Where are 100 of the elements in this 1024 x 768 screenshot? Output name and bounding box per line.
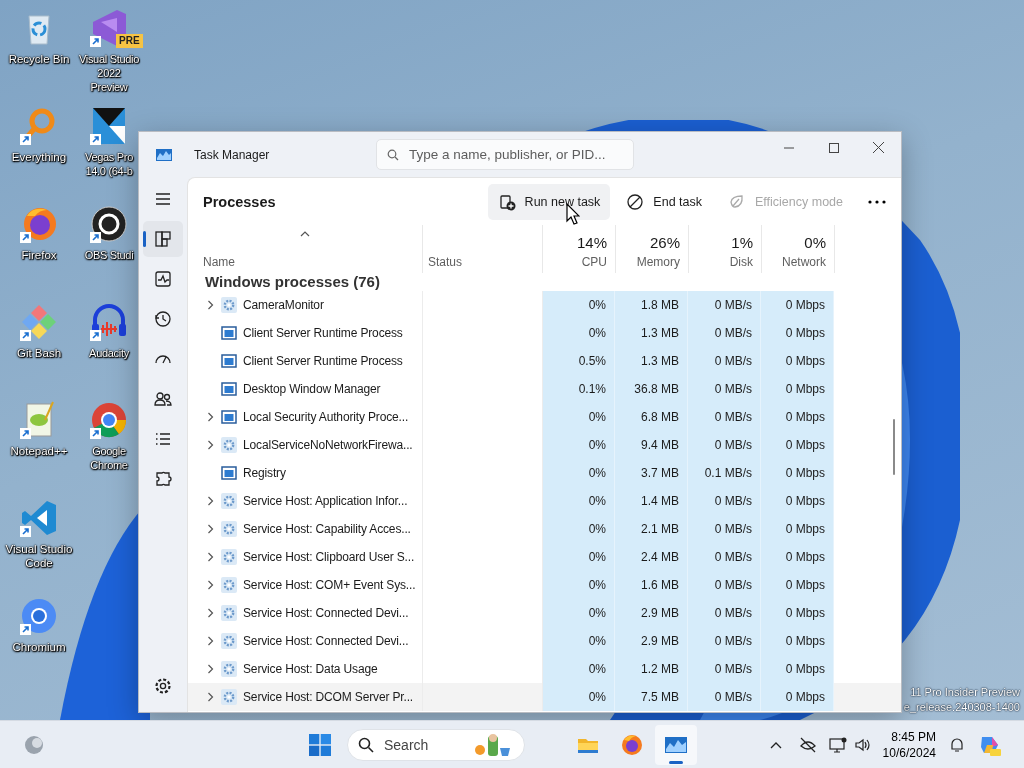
column-header[interactable]: Name <box>203 255 422 269</box>
desktop-icon-label: Visual Studio Code <box>4 542 74 570</box>
expand-chevron-icon[interactable] <box>207 608 214 618</box>
browser-circle-icon[interactable] <box>19 596 59 636</box>
column-header[interactable]: Memory <box>636 255 680 269</box>
clock-button[interactable]: 8:45 PM 10/6/2024 <box>874 724 944 765</box>
windows-logo-icon <box>309 733 331 756</box>
table-cell: 2.1 MB <box>615 515 688 543</box>
search-field[interactable]: Type a name, publisher, or PID... <box>376 139 634 170</box>
table-row[interactable]: Registry 0% 3.7 MB 0.1 MB/s 0 Mbps <box>188 459 901 487</box>
browser-circle-icon[interactable] <box>89 400 129 440</box>
desktop-icon-label: Audacity <box>89 346 129 360</box>
process-name: Service Host: COM+ Event Sys... <box>243 578 416 592</box>
table-row[interactable]: Service Host: DCOM Server Pr... 0% 7.5 MB 0 MB/s 0 Mbps <box>188 683 901 711</box>
globe-icon <box>24 734 44 755</box>
table-cell: 0 MB/s <box>688 571 761 599</box>
settings-icon <box>153 676 173 696</box>
table-row[interactable]: Desktop Window Manager 0.1% 36.8 MB 0 MB/s 0 Mbps <box>188 375 901 403</box>
table-cell: 0.5% <box>543 347 615 375</box>
table-cell: 0 MB/s <box>688 655 761 683</box>
table-cell: 0.1 MB/s <box>688 459 761 487</box>
more-dots-icon <box>868 199 886 204</box>
table-cell: 0% <box>543 543 615 571</box>
column-header[interactable]: CPU <box>581 255 607 269</box>
table-row[interactable]: Service Host: COM+ Event Sys... 0% 1.6 MB 0 MB/s 0 Mbps <box>188 571 901 599</box>
network-off-icon <box>798 735 817 754</box>
chevron-up-icon <box>769 740 782 749</box>
taskbar-search-field[interactable]: Search <box>347 728 525 761</box>
expand-chevron-icon[interactable] <box>207 664 214 674</box>
table-row[interactable]: Service Host: Data Usage 0% 1.2 MB 0 MB/s 0 Mbps <box>188 655 901 683</box>
table-row[interactable]: Local Security Authority Proce... 0% 6.8 MB 0 MB/s 0 Mbps <box>188 403 901 431</box>
expand-chevron-icon[interactable] <box>207 524 214 534</box>
column-header[interactable]: Disk <box>729 255 753 269</box>
headphones-waveform-icon[interactable] <box>89 302 129 342</box>
process-name: Desktop Window Manager <box>243 382 381 396</box>
table-cell: 6.8 MB <box>615 403 688 431</box>
diamond-tiles-icon[interactable] <box>19 302 59 342</box>
column-header[interactable]: Network <box>782 255 826 269</box>
table-cell: 0% <box>543 487 615 515</box>
window-title: Task Manager <box>194 147 271 162</box>
toolbar-button[interactable]: Run new task <box>487 183 611 220</box>
table-cell: 0 MB/s <box>688 319 761 347</box>
expand-chevron-icon[interactable] <box>207 692 214 702</box>
navigation-button[interactable] <box>143 221 183 257</box>
table-cell: 0 MB/s <box>688 291 761 319</box>
search-input[interactable]: Search <box>384 736 464 753</box>
history-clock-icon <box>153 309 173 329</box>
search-input[interactable]: Type a name, publisher, or PID... <box>409 147 633 162</box>
scrollbar-thumb[interactable] <box>893 419 895 475</box>
table-row[interactable]: Service Host: Clipboard User S... 0% 2.4 MB 0 MB/s 0 Mbps <box>188 543 901 571</box>
leaf-icon <box>728 192 746 211</box>
table-row[interactable]: Service Host: Capability Acces... 0% 2.1 MB 0 MB/s 0 Mbps <box>188 515 901 543</box>
desktop-icon-label: OBS Studi <box>84 248 134 262</box>
process-name: Service Host: Connected Devi... <box>243 606 409 620</box>
expand-chevron-icon[interactable] <box>207 440 214 450</box>
desktop-icon-label: Everything <box>11 150 67 164</box>
table-row[interactable]: Client Server Runtime Process 0.5% 1.3 MB 0 MB/s 0 Mbps <box>188 347 901 375</box>
column-header[interactable]: Status <box>428 255 542 269</box>
table-row[interactable]: Service Host: Application Infor... 0% 1.4 MB 0 MB/s 0 Mbps <box>188 487 901 515</box>
table-cell: 0 MB/s <box>688 431 761 459</box>
table-cell: 0% <box>543 655 615 683</box>
gear-icon <box>221 437 237 453</box>
table-row[interactable]: Service Host: Connected Devi... 0% 2.9 MB 0 MB/s 0 Mbps <box>188 627 901 655</box>
gear-icon <box>221 689 237 705</box>
pulse-chart-icon <box>153 269 173 289</box>
table-row[interactable]: CameraMonitor 0% 1.8 MB 0 MB/s 0 Mbps <box>188 291 901 319</box>
expand-chevron-icon[interactable] <box>207 552 214 562</box>
table-cell: 0 Mbps <box>761 487 834 515</box>
gear-icon <box>221 549 237 565</box>
toolbar-button[interactable]: End task <box>616 183 712 220</box>
record-circle-icon[interactable] <box>89 204 129 244</box>
expand-chevron-icon[interactable] <box>207 496 214 506</box>
table-cell: 0 Mbps <box>761 627 834 655</box>
expand-chevron-icon[interactable] <box>207 412 214 422</box>
table-cell: 0 Mbps <box>761 599 834 627</box>
table-cell: 0 Mbps <box>761 431 834 459</box>
table-cell: 1.6 MB <box>615 571 688 599</box>
page-title: Processes <box>203 193 276 210</box>
table-cell: 0% <box>543 599 615 627</box>
search-icon <box>358 736 374 753</box>
table-row[interactable]: Client Server Runtime Process 0% 1.3 MB 0 MB/s 0 Mbps <box>188 319 901 347</box>
taskbar-app-button[interactable] <box>655 724 697 765</box>
new-task-icon <box>497 192 516 211</box>
table-cell: 0 MB/s <box>688 543 761 571</box>
table-cell: 0 MB/s <box>688 347 761 375</box>
display-icon <box>828 735 847 754</box>
expand-chevron-icon[interactable] <box>207 636 214 646</box>
gear-icon <box>221 577 237 593</box>
process-name: LocalServiceNoNetworkFirewa... <box>243 438 413 452</box>
table-row[interactable]: Service Host: Connected Devi... 0% 2.9 MB 0 MB/s 0 Mbps <box>188 599 901 627</box>
column-usage-total: 0% <box>804 234 826 251</box>
expand-chevron-icon[interactable] <box>207 580 214 590</box>
desktop-icon-label: Recycle Bin <box>8 52 70 66</box>
window-icon <box>221 353 237 369</box>
process-name: Service Host: Connected Devi... <box>243 634 409 648</box>
table-cell: 7.5 MB <box>615 683 688 711</box>
table-row[interactable]: LocalServiceNoNetworkFirewa... 0% 9.4 MB 0 MB/s 0 Mbps <box>188 431 901 459</box>
column-usage-total: 1% <box>731 234 753 251</box>
expand-chevron-icon[interactable] <box>207 300 214 310</box>
code-editor-icon[interactable] <box>19 498 59 538</box>
